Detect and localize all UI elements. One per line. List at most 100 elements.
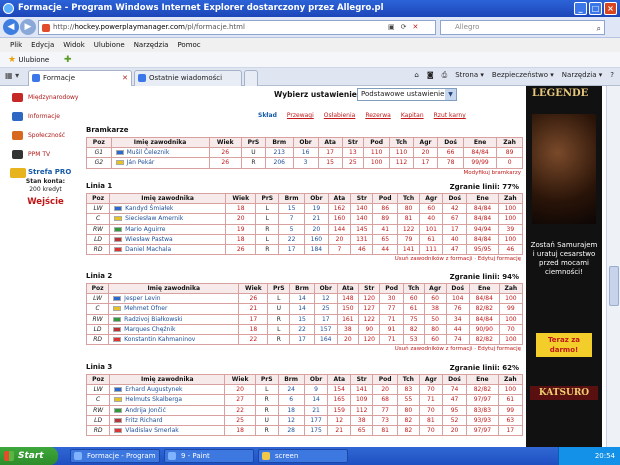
player-name-link[interactable]: Sieciesław Amernik — [109, 213, 227, 225]
player-name-link[interactable]: Fritz Richard — [109, 414, 226, 426]
maximize-button[interactable]: □ — [589, 2, 602, 15]
tab-przewagi[interactable]: Przewagi — [287, 112, 314, 119]
player-row[interactable]: RD Konstantin Kahmaninov 22 R 17 164 20 120 71 53… — [85, 333, 524, 346]
player-row[interactable]: C Sieciesław Amernik 20 L 7 21 160 140 89 81 40 67 8… — [85, 213, 524, 225]
ad-cta-button[interactable]: Teraz za darmo! — [536, 333, 592, 357]
logout-link[interactable]: Wejście — [10, 197, 81, 207]
compat-icon[interactable]: ▣ — [388, 23, 395, 31]
sidebar-item-community[interactable]: Społeczność — [10, 126, 81, 145]
tab-formacje[interactable]: Formacje ✕ — [28, 70, 132, 86]
player-row[interactable]: C Mehmet Ofner 21 U 14 25 150 127 77 61 38 76 82/82 9… — [85, 303, 524, 315]
player-name[interactable]: Jesper Levin — [124, 295, 160, 302]
player-name-link[interactable]: Kandyd Śmiałek — [109, 203, 227, 215]
player-name-link[interactable]: Erhard Augustynek — [109, 384, 226, 396]
print-icon[interactable]: ⎙ — [442, 71, 448, 80]
player-row[interactable]: LD Marques Chęźnik 18 L 22 157 38 90 91 82 80 44 90/… — [85, 323, 524, 335]
stop-icon[interactable]: ✕ — [413, 23, 419, 31]
line-note[interactable]: Usuń zawodników z formacji · Edytuj form… — [86, 345, 523, 354]
close-button[interactable]: × — [604, 2, 617, 15]
player-name-link[interactable]: Wiesław Pastwa — [109, 233, 227, 245]
player-name[interactable]: Helmuts Skalberga — [125, 396, 182, 403]
sidebar-item-international[interactable]: Międzynarodowy — [10, 88, 81, 107]
search-icon[interactable]: ⌕ — [597, 22, 601, 35]
address-bar[interactable]: http://hockey.powerplaymanager.com/pl/fo… — [38, 20, 436, 35]
player-row[interactable]: RD Daniel Machala 26 R 17 184 7 46 44 141 111 47 95/… — [85, 243, 524, 256]
quick-tabs-icon[interactable]: ▦ ▾ — [5, 71, 19, 80]
feeds-icon[interactable]: ◙ — [427, 71, 434, 80]
player-row[interactable]: G2 Ján Pekár 26 R 206 3 15 25 100 112 17 78 99/99 0 — [86, 157, 523, 169]
player-row[interactable]: C Helmuts Skalberga 27 R 6 14 165 109 68 55 71 47 97… — [85, 394, 524, 406]
tab-sklad[interactable]: Skład — [258, 112, 277, 119]
player-name-link[interactable]: Mario Aguirre — [109, 223, 227, 235]
add-favorite-icon[interactable]: ✚ — [64, 52, 72, 68]
player-name[interactable]: Daniel Machala — [125, 246, 171, 253]
tab-wiadomosci[interactable]: Ostatnie wiadomości — [134, 70, 242, 86]
menu-edit[interactable]: Edycja — [31, 38, 54, 52]
cmd-security[interactable]: Bezpieczeństwo ▾ — [492, 71, 554, 80]
player-name-link[interactable]: Mušil Čeleznik — [110, 147, 210, 159]
tab-close-icon[interactable]: ✕ — [122, 71, 128, 85]
back-icon[interactable]: ◀ — [3, 19, 19, 35]
player-row[interactable]: LW Jesper Levin 26 L 14 12 148 120 30 60 60 104 84/8… — [85, 293, 524, 305]
player-name-link[interactable]: Jesper Levin — [108, 293, 240, 305]
tab-rzut-karny[interactable]: Rzut karny — [434, 112, 466, 119]
player-name-link[interactable]: Andrija Jončić — [109, 404, 226, 416]
cmd-tools[interactable]: Narzędzia ▾ — [562, 71, 602, 80]
cmd-page[interactable]: Strona ▾ — [455, 71, 484, 80]
player-row[interactable]: LD Fritz Richard 25 U 12 177 12 38 73 82 81 52 93/93… — [85, 414, 524, 426]
player-row[interactable]: LD Wiesław Pastwa 18 L 22 160 20 131 65 79 61 40 84/… — [85, 233, 524, 245]
player-name[interactable]: Andrija Jončić — [125, 407, 166, 414]
player-name-link[interactable]: Vladislav Smerlak — [109, 424, 226, 437]
task-folder[interactable]: screen — [258, 449, 348, 463]
player-name-link[interactable]: Radzivoj Białkowski — [108, 313, 240, 325]
player-name-link[interactable]: Daniel Machala — [109, 243, 227, 256]
favorites-button[interactable]: ★ Ulubione — [8, 52, 49, 68]
menu-help[interactable]: Pomoc — [177, 38, 200, 52]
player-name[interactable]: Kandyd Śmiałek — [125, 205, 173, 212]
minimize-button[interactable]: _ — [574, 2, 587, 15]
help-icon[interactable]: ? — [610, 71, 614, 80]
player-name[interactable]: Wiesław Pastwa — [125, 236, 173, 243]
new-tab-button[interactable] — [244, 70, 258, 86]
player-name-link[interactable]: Ján Pekár — [110, 157, 210, 169]
pro-zone[interactable]: Strefa PRO — [10, 168, 81, 178]
player-row[interactable]: RW Radzivoj Białkowski 17 R 15 17 161 122 71 75 50… — [85, 313, 524, 325]
player-name-link[interactable]: Marques Chęźnik — [108, 323, 240, 335]
player-name[interactable]: Mehmet Ofner — [124, 305, 167, 312]
player-name-link[interactable]: Helmuts Skalberga — [109, 394, 226, 406]
home-icon[interactable]: ⌂ — [414, 71, 418, 80]
task-ie[interactable]: Formacje - Program ... — [70, 449, 160, 465]
player-name[interactable]: Konstantin Kahmaninov — [124, 336, 195, 343]
menu-view[interactable]: Widok — [63, 38, 85, 52]
menu-file[interactable]: Plik — [10, 38, 22, 52]
player-row[interactable]: RW Mario Aguirre 19 R 5 20 144 145 41 122 101 17 94/… — [85, 223, 524, 235]
refresh-icon[interactable]: ⟳ — [401, 23, 407, 31]
menu-tools[interactable]: Narzędzia — [134, 38, 169, 52]
player-row[interactable]: RW Andrija Jončić 22 R 18 21 159 112 77 80 70 95 83/… — [85, 404, 524, 416]
player-name-link[interactable]: Mehmet Ofner — [108, 303, 240, 315]
tab-oslabienia[interactable]: Osłabienia — [324, 112, 356, 119]
player-name[interactable]: Fritz Richard — [125, 417, 162, 424]
search-input[interactable]: Allegro ⌕ — [440, 20, 605, 35]
player-name[interactable]: Ján Pekár — [127, 159, 155, 166]
menu-favorites[interactable]: Ulubione — [94, 38, 125, 52]
player-name[interactable]: Erhard Augustynek — [125, 386, 182, 393]
line-note[interactable]: Usuń zawodników z formacji · Edytuj form… — [86, 255, 523, 264]
goalies-note[interactable]: Modyfikuj bramkarzy — [86, 169, 523, 178]
settings-select[interactable]: Podstawowe ustawienie ▼ — [357, 88, 457, 101]
player-row[interactable]: LW Erhard Augustynek 20 L 24 9 154 141 20 83 70 74 8… — [85, 384, 524, 396]
tab-kapitan[interactable]: Kapitan — [401, 112, 424, 119]
player-row[interactable]: G1 Mušil Čeleznik 26 U 213 16 17 13 110 110 20 66 84… — [86, 147, 523, 159]
scroll-thumb[interactable] — [609, 266, 619, 306]
player-name-link[interactable]: Konstantin Kahmaninov — [108, 333, 240, 346]
player-name[interactable]: Vladislav Smerlak — [125, 427, 178, 434]
player-name[interactable]: Radzivoj Białkowski — [124, 316, 182, 323]
player-name[interactable]: Sieciesław Amernik — [125, 215, 183, 222]
ad-banner[interactable]: LEGENDE Zostań Samurajem i uratuj cesars… — [526, 86, 602, 447]
task-paint[interactable]: 9 - Paint — [164, 449, 254, 463]
player-name[interactable]: Mušil Čeleznik — [127, 149, 170, 156]
start-button[interactable]: Start — [0, 447, 58, 465]
sidebar-item-ppmtv[interactable]: PPM TV — [10, 145, 81, 164]
forward-icon[interactable]: ▶ — [20, 19, 36, 35]
sidebar-item-info[interactable]: Informacje — [10, 107, 81, 126]
